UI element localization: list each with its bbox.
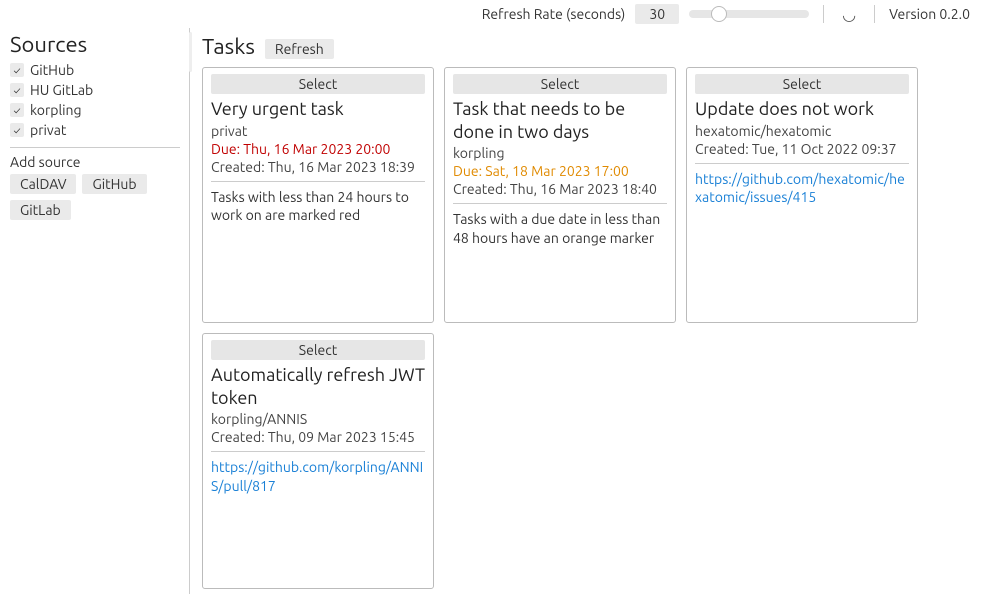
slider-thumb[interactable] [711, 6, 727, 22]
checkbox-icon[interactable] [10, 123, 24, 137]
task-card: Select Automatically refresh JWT token k… [202, 333, 434, 589]
task-project: privat [211, 123, 425, 139]
task-description: Tasks with less than 24 hours to work on… [211, 188, 425, 226]
moon-icon: ◡ [842, 5, 856, 24]
select-button[interactable]: Select [453, 74, 667, 94]
select-button[interactable]: Select [695, 74, 909, 94]
task-link[interactable]: https://github.com/korpling/ANNIS/pull/8… [211, 458, 425, 496]
task-description: Tasks with a due date in less than 48 ho… [453, 210, 667, 248]
task-due: Due: Sat, 18 Mar 2023 17:00 [453, 163, 667, 179]
source-item-github[interactable]: GitHub [10, 61, 180, 79]
add-caldav-button[interactable]: CalDAV [10, 174, 76, 194]
task-cards: Select Very urgent task privat Due: Thu,… [202, 67, 974, 589]
task-card: Select Task that needs to be done in two… [444, 67, 676, 323]
task-link[interactable]: https://github.com/hexatomic/hexatomic/i… [695, 170, 909, 208]
theme-toggle-button[interactable]: ◡ [838, 3, 860, 25]
app-root: Refresh Rate (seconds) 30 ◡ Version 0.2.… [0, 0, 984, 594]
checkbox-icon[interactable] [10, 103, 24, 117]
refresh-rate-label: Refresh Rate (seconds) [482, 6, 626, 22]
add-gitlab-button[interactable]: GitLab [10, 200, 71, 220]
source-item-privat[interactable]: privat [10, 121, 180, 139]
task-created: Created: Thu, 16 Mar 2023 18:40 [453, 181, 667, 197]
source-item-label: HU GitLab [30, 82, 93, 98]
top-bar: Refresh Rate (seconds) 30 ◡ Version 0.2.… [0, 0, 984, 28]
refresh-rate-value[interactable]: 30 [635, 4, 679, 24]
checkbox-icon[interactable] [10, 63, 24, 77]
source-item-korpling[interactable]: korpling [10, 101, 180, 119]
main-header: Tasks Refresh [202, 34, 974, 59]
sidebar: Sources GitHub HU GitLab korpling privat [0, 28, 190, 594]
body-split: Sources GitHub HU GitLab korpling privat [0, 28, 984, 594]
task-card: Select Very urgent task privat Due: Thu,… [202, 67, 434, 323]
select-button[interactable]: Select [211, 74, 425, 94]
task-title: Update does not work [695, 98, 909, 121]
task-created: Created: Thu, 16 Mar 2023 18:39 [211, 159, 425, 175]
source-item-label: privat [30, 122, 66, 138]
sidebar-title: Sources [10, 32, 180, 57]
source-item-hu-gitlab[interactable]: HU GitLab [10, 81, 180, 99]
add-source-buttons: CalDAV GitHub GitLab [10, 174, 180, 220]
checkbox-icon[interactable] [10, 83, 24, 97]
separator [874, 5, 875, 23]
task-due: Due: Thu, 16 Mar 2023 20:00 [211, 141, 425, 157]
refresh-rate-slider[interactable] [689, 5, 809, 23]
select-button[interactable]: Select [211, 340, 425, 360]
source-list: GitHub HU GitLab korpling privat [10, 61, 180, 139]
task-project: hexatomic/hexatomic [695, 123, 909, 139]
source-item-label: korpling [30, 102, 82, 118]
task-title: Automatically refresh JWT token [211, 364, 425, 409]
task-created: Created: Tue, 11 Oct 2022 09:37 [695, 141, 909, 157]
add-source-label: Add source [10, 154, 180, 170]
task-card: Select Update does not work hexatomic/he… [686, 67, 918, 323]
tasks-title: Tasks [202, 34, 255, 59]
task-project: korpling [453, 145, 667, 161]
card-divider [695, 163, 909, 164]
slider-track [689, 10, 809, 18]
card-divider [211, 181, 425, 182]
task-project: korpling/ANNIS [211, 411, 425, 427]
refresh-button[interactable]: Refresh [265, 39, 334, 59]
task-title: Very urgent task [211, 98, 425, 121]
sidebar-resize-handle[interactable] [189, 32, 192, 72]
separator [823, 5, 824, 23]
card-divider [211, 451, 425, 452]
task-title: Task that needs to be done in two days [453, 98, 667, 143]
sidebar-divider [189, 28, 190, 594]
add-github-button[interactable]: GitHub [82, 174, 146, 194]
card-divider [453, 203, 667, 204]
task-created: Created: Thu, 09 Mar 2023 15:45 [211, 429, 425, 445]
horizontal-rule [10, 147, 180, 148]
source-item-label: GitHub [30, 62, 74, 78]
version-label: Version 0.2.0 [889, 6, 974, 22]
main-panel: Tasks Refresh Select Very urgent task pr… [190, 28, 984, 594]
